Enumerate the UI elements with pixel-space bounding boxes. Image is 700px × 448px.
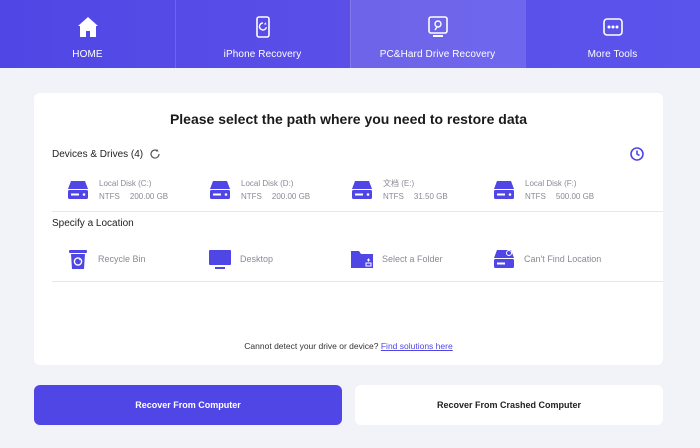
tab-label: iPhone Recovery [223, 49, 302, 60]
location-label: Desktop [240, 254, 274, 264]
devices-heading-row: Devices & Drives (4) [52, 148, 161, 160]
pc-drive-icon [426, 15, 450, 39]
home-icon [76, 15, 100, 39]
drive-fs: NTFS [525, 192, 546, 201]
location-recycle-bin[interactable]: Recycle Bin [66, 247, 146, 271]
drive-name: 文档 (E:) [383, 179, 415, 188]
location-list: Recycle Bin Desktop Select a Folder Can'… [66, 247, 646, 273]
location-label: Select a Folder [382, 254, 443, 264]
drive-item-d[interactable]: Local Disk (D:) NTFS 200.00 GB [208, 177, 320, 203]
location-desktop[interactable]: Desktop [208, 247, 273, 271]
drive-item-e[interactable]: 文档 (E:) NTFS 31.50 GB [350, 177, 458, 203]
drive-list: Local Disk (C:) NTFS 200.00 GB Local Disk… [66, 177, 646, 205]
location-select-folder[interactable]: Select a Folder [350, 247, 443, 271]
top-nav: HOME iPhone Recovery PC&Hard Drive Recov… [0, 0, 700, 68]
drive-item-c[interactable]: Local Disk (C:) NTFS 200.00 GB [66, 177, 178, 203]
tab-home[interactable]: HOME [0, 0, 175, 68]
tab-pc-hard-drive-recovery[interactable]: PC&Hard Drive Recovery [350, 0, 525, 68]
more-tools-icon [601, 15, 625, 39]
drive-fs: NTFS [99, 192, 120, 201]
recover-from-crashed-computer-button[interactable]: Recover From Crashed Computer [355, 385, 663, 425]
drive-fs: NTFS [241, 192, 262, 201]
devices-heading: Devices & Drives (4) [52, 148, 144, 160]
recover-from-computer-button[interactable]: Recover From Computer [34, 385, 342, 425]
hint-text: Cannot detect your drive or device? [244, 341, 379, 351]
location-cant-find[interactable]: Can't Find Location [492, 247, 601, 271]
recycle-bin-icon [66, 247, 90, 271]
drive-search-icon [492, 247, 516, 271]
divider [52, 281, 663, 282]
find-solutions-link[interactable]: Find solutions here [381, 341, 453, 351]
tab-label: PC&Hard Drive Recovery [379, 49, 496, 60]
tab-more-tools[interactable]: More Tools [525, 0, 700, 68]
tab-label: More Tools [587, 49, 638, 60]
history-icon[interactable] [629, 146, 645, 162]
drive-size: 500.00 GB [555, 192, 595, 201]
page-title: Please select the path where you need to… [169, 111, 528, 127]
location-label: Recycle Bin [98, 254, 146, 264]
hint-row: Cannot detect your drive or device? Find… [34, 341, 663, 351]
desktop-icon [208, 247, 232, 271]
divider [52, 211, 663, 212]
hard-drive-icon [492, 179, 516, 201]
drive-name: Local Disk (C:) [99, 179, 152, 188]
main-panel: Please select the path where you need to… [34, 93, 663, 365]
hard-drive-icon [66, 179, 90, 201]
drive-name: Local Disk (F:) [525, 179, 577, 188]
folder-icon [350, 247, 374, 271]
drive-fs: NTFS [383, 192, 404, 201]
drive-size: 200.00 GB [271, 192, 311, 201]
hard-drive-icon [350, 179, 374, 201]
drive-item-f[interactable]: Local Disk (F:) NTFS 500.00 GB [492, 177, 604, 203]
drive-size: 31.50 GB [413, 192, 448, 201]
iphone-icon [251, 15, 275, 39]
refresh-icon[interactable] [149, 148, 161, 160]
drive-name: Local Disk (D:) [241, 179, 294, 188]
drive-size: 200.00 GB [129, 192, 169, 201]
tab-label: HOME [72, 49, 103, 60]
location-label: Can't Find Location [524, 254, 602, 264]
tab-iphone-recovery[interactable]: iPhone Recovery [175, 0, 350, 68]
hard-drive-icon [208, 179, 232, 201]
location-heading: Specify a Location [52, 218, 134, 229]
